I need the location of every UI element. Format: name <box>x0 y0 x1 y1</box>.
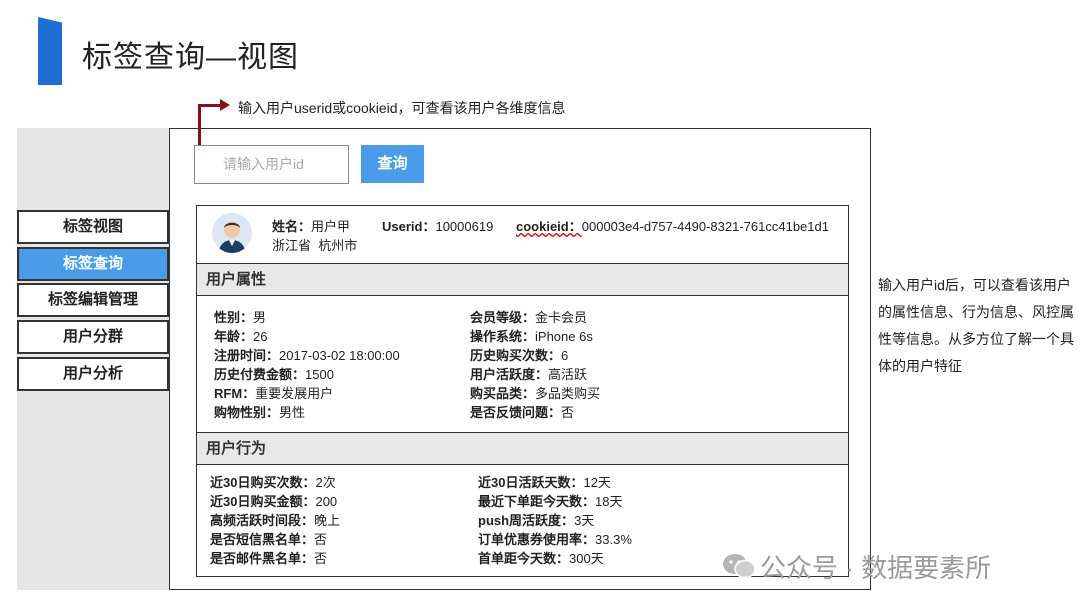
user-cookieid: cookieid：000003e4-d757-4490-8321-761cc41… <box>516 219 829 234</box>
attr-row: 是否反馈问题：否 <box>470 405 575 420</box>
sidebar-item-user-group[interactable]: 用户分群 <box>17 320 169 354</box>
attr-row: 购物性别：男性 <box>214 405 306 420</box>
behavior-row: 订单优惠券使用率：33.3% <box>478 532 632 547</box>
attr-row: RFM：重要发展用户 <box>214 386 334 401</box>
user-userid: Userid：10000619 <box>382 219 494 234</box>
avatar <box>212 213 252 253</box>
annotation-top: 输入用户userid或cookieid，可查看该用户各维度信息 <box>238 100 566 116</box>
sidebar-item-user-analysis[interactable]: 用户分析 <box>17 357 169 391</box>
attr-row: 历史付费金额：1500 <box>214 367 334 382</box>
arrow-right-icon <box>220 99 230 111</box>
sidebar-item-tag-view[interactable]: 标签视图 <box>17 210 169 244</box>
page-title: 标签查询—视图 <box>82 41 299 74</box>
behavior-row: 是否邮件黑名单：否 <box>210 551 328 566</box>
sidebar-item-tag-edit[interactable]: 标签编辑管理 <box>17 283 169 317</box>
user-name: 姓名：用户甲 <box>272 219 351 234</box>
search-button[interactable]: 查询 <box>361 145 424 183</box>
behavior-row: 是否短信黑名单：否 <box>210 532 328 547</box>
attr-row: 注册时间：2017-03-02 18:00:00 <box>214 348 400 363</box>
attr-row: 用户活跃度：高活跃 <box>470 367 588 382</box>
attr-row: 性别：男 <box>214 310 267 325</box>
attr-row: 历史购买次数：6 <box>470 348 569 363</box>
behavior-row: 高频活跃时间段：晚上 <box>210 513 341 528</box>
behavior-row: 近30日活跃天数：12天 <box>478 475 611 490</box>
behavior-row: 近30日购买次数：2次 <box>210 475 336 490</box>
section-header-behavior: 用户行为 <box>197 432 848 465</box>
attr-row: 操作系统：iPhone 6s <box>470 329 593 344</box>
behavior-row: 近30日购买金额：200 <box>210 494 338 509</box>
user-location: 浙江省 杭州市 <box>272 238 358 253</box>
attr-row: 购买品类：多品类购买 <box>470 386 601 401</box>
annotation-arrow-line <box>198 104 222 107</box>
sidebar-item-tag-query[interactable]: 标签查询 <box>17 247 169 281</box>
behavior-row: 首单距今天数：300天 <box>478 551 604 566</box>
behavior-row: 最近下单距今天数：18天 <box>478 494 623 509</box>
annotation-right: 输入用户id后，可以查看该用户的属性信息、行为信息、风控属性等信息。从多方位了解… <box>878 277 1074 374</box>
attr-row: 年龄：26 <box>214 329 268 344</box>
watermark: 公众号 · 数据要素所 <box>760 553 992 583</box>
section-header-attributes: 用户属性 <box>197 263 848 296</box>
title-accent-bar <box>38 17 62 85</box>
wechat-icon <box>723 554 756 579</box>
user-avatar-icon <box>212 213 252 253</box>
behavior-row: push周活跃度：3天 <box>478 513 595 528</box>
search-input[interactable]: 请输入用户id <box>194 145 349 184</box>
attr-row: 会员等级：金卡会员 <box>470 310 588 325</box>
